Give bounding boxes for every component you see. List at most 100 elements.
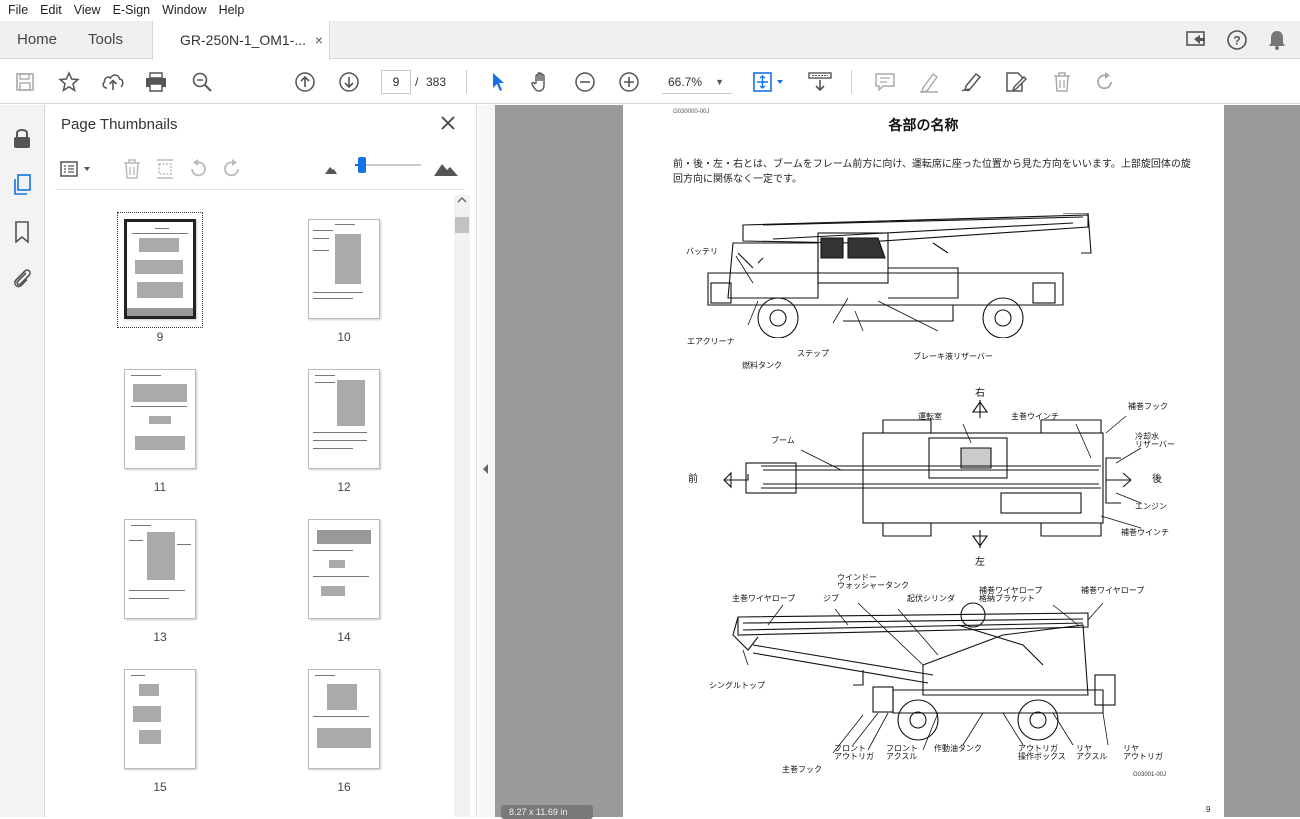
thumbnail-options-icon[interactable] bbox=[59, 156, 95, 182]
thumbnail-image bbox=[308, 669, 380, 769]
zoom-search-icon[interactable] bbox=[188, 68, 216, 96]
label-battery: バッテリ bbox=[686, 247, 718, 256]
bookmark-star-icon[interactable] bbox=[55, 68, 83, 96]
thumbnails-panel: Page Thumbnails 9 10 11 12 13 14 15 16 bbox=[45, 105, 477, 817]
comment-icon[interactable] bbox=[871, 68, 899, 96]
page-thumbnails-icon[interactable] bbox=[9, 172, 35, 198]
label-step: ステップ bbox=[797, 349, 829, 358]
label-coolant-2: リザーバー bbox=[1135, 440, 1175, 449]
label-front: 前 bbox=[688, 474, 698, 485]
panel-collapse-handle[interactable] bbox=[478, 105, 495, 817]
menu-window[interactable]: Window bbox=[156, 0, 212, 21]
tab-document-label: GR-250N-1_OM1-... bbox=[180, 32, 307, 48]
print-icon[interactable] bbox=[142, 68, 170, 96]
rotate-left-icon[interactable] bbox=[185, 156, 211, 182]
delete-page-icon[interactable] bbox=[119, 156, 145, 182]
menu-edit[interactable]: Edit bbox=[34, 0, 68, 21]
toolbar-divider bbox=[466, 70, 467, 94]
panel-title: Page Thumbnails bbox=[61, 116, 178, 133]
thumbnail-image bbox=[124, 669, 196, 769]
zoom-level-select[interactable]: 66.7% ▼ bbox=[662, 70, 732, 94]
scroll-up-icon[interactable] bbox=[457, 195, 467, 208]
scroll-mode-icon[interactable] bbox=[806, 68, 834, 96]
thumbnail-number: 16 bbox=[337, 780, 351, 794]
label-fuel-tank: 燃料タンク bbox=[742, 361, 782, 370]
label-main-winch: 主巻ウインチ bbox=[1011, 412, 1059, 421]
select-cursor-icon[interactable] bbox=[484, 68, 512, 96]
tab-tools[interactable]: Tools bbox=[88, 21, 123, 59]
share-screen-icon[interactable] bbox=[1184, 27, 1210, 53]
label-boom: ブーム bbox=[771, 436, 795, 445]
tab-close-icon[interactable]: × bbox=[315, 21, 323, 59]
edit-text-icon[interactable] bbox=[1002, 68, 1030, 96]
menu-view[interactable]: View bbox=[68, 0, 107, 21]
label-rear-outrigger-2: アウトリガ bbox=[1123, 752, 1163, 761]
large-mountain-icon[interactable] bbox=[433, 156, 459, 182]
notification-bell-icon[interactable] bbox=[1264, 27, 1290, 53]
lock-icon[interactable] bbox=[9, 125, 35, 151]
thumbnail-number: 12 bbox=[337, 480, 351, 494]
label-cab: 運転室 bbox=[918, 412, 942, 421]
zoom-level-value: 66.7% bbox=[668, 75, 703, 89]
attachments-icon[interactable] bbox=[9, 265, 35, 291]
pdf-page: G030000-00J 各部の名称 前・後・左・右とは、ブームをフレーム前方に向… bbox=[623, 105, 1224, 817]
scrollbar-thumb[interactable] bbox=[455, 217, 469, 233]
thumbnail-number: 14 bbox=[337, 630, 351, 644]
thumbnail-number: 11 bbox=[153, 480, 167, 494]
tab-document[interactable]: GR-250N-1_OM1-... × bbox=[152, 21, 330, 60]
upload-cloud-icon[interactable] bbox=[99, 68, 127, 96]
next-page-icon[interactable] bbox=[335, 68, 363, 96]
chevron-down-icon: ▼ bbox=[715, 77, 724, 87]
page-separator: / bbox=[415, 75, 419, 89]
label-aux-bracket-2: 格納ブラケット bbox=[979, 594, 1035, 603]
help-icon[interactable]: ? bbox=[1224, 27, 1250, 53]
menu-file[interactable]: File bbox=[2, 0, 34, 21]
label-right: 右 bbox=[975, 388, 985, 399]
toolbar-divider bbox=[851, 70, 852, 94]
page-number-input[interactable]: 9 bbox=[381, 70, 411, 94]
rotate-right-icon[interactable] bbox=[219, 156, 245, 182]
thumbnail-number: 15 bbox=[153, 780, 167, 794]
hand-tool-icon[interactable] bbox=[527, 68, 555, 96]
thumbnail-number: 13 bbox=[153, 630, 167, 644]
menu-esign[interactable]: E-Sign bbox=[107, 0, 157, 21]
thumbnail-image bbox=[308, 369, 380, 469]
thumbnail-scrollbar[interactable] bbox=[454, 195, 470, 817]
left-rail bbox=[0, 105, 45, 817]
highlight-pen-icon[interactable] bbox=[915, 68, 943, 96]
panel-toolbar bbox=[55, 150, 465, 190]
zoom-out-icon[interactable] bbox=[571, 68, 599, 96]
collapse-left-icon[interactable] bbox=[482, 463, 490, 478]
label-aux-winch: 補巻ウインチ bbox=[1121, 528, 1169, 537]
label-jib: ジブ bbox=[823, 594, 839, 603]
panel-close-icon[interactable] bbox=[438, 113, 458, 133]
thumbnail-number: 10 bbox=[337, 330, 351, 344]
label-rear: 後 bbox=[1152, 474, 1162, 485]
delete-trash-icon[interactable] bbox=[1048, 68, 1076, 96]
redo-icon[interactable] bbox=[1091, 68, 1119, 96]
save-icon[interactable] bbox=[11, 68, 39, 96]
label-main-hook: 主巻フック bbox=[782, 765, 822, 774]
document-view[interactable]: G030000-00J 各部の名称 前・後・左・右とは、ブームをフレーム前方に向… bbox=[495, 105, 1300, 819]
zoom-in-icon[interactable] bbox=[615, 68, 643, 96]
page-number: 9 bbox=[1206, 805, 1211, 814]
label-left: 左 bbox=[975, 557, 985, 568]
thumbnail-image bbox=[308, 219, 380, 319]
fit-page-icon[interactable] bbox=[750, 68, 788, 96]
extract-page-icon[interactable] bbox=[152, 156, 178, 182]
bookmarks-icon[interactable] bbox=[9, 219, 35, 245]
previous-page-icon[interactable] bbox=[291, 68, 319, 96]
label-outrigger-box-2: 操作ボックス bbox=[1018, 752, 1066, 761]
figure-code: G03001-00J bbox=[1133, 772, 1167, 778]
label-hydraulic-tank: 作動油タンク bbox=[934, 744, 982, 753]
thumbnail-size-slider-handle[interactable] bbox=[358, 157, 366, 173]
tab-home[interactable]: Home bbox=[17, 21, 57, 59]
thumbnail-number: 9 bbox=[156, 330, 164, 344]
small-mountain-icon[interactable] bbox=[318, 156, 344, 182]
draw-sign-icon[interactable] bbox=[958, 68, 986, 96]
label-washer-2: ウォッシャータンク bbox=[837, 581, 909, 590]
label-rear-axle-2: アクスル bbox=[1076, 752, 1108, 761]
page-total: 383 bbox=[426, 75, 447, 89]
menu-help[interactable]: Help bbox=[213, 0, 251, 21]
label-engine: エンジン bbox=[1135, 502, 1167, 511]
